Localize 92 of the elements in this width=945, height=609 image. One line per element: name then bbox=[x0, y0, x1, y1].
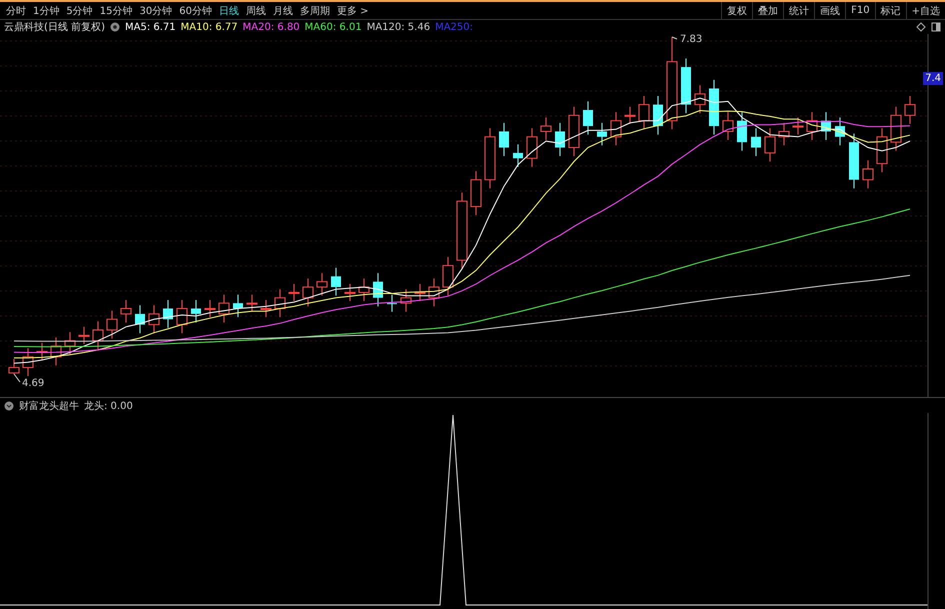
candlestick bbox=[400, 288, 412, 312]
candlestick bbox=[387, 294, 397, 312]
high-price-label: 7.83 bbox=[680, 34, 702, 45]
diamond-icon[interactable] bbox=[916, 22, 926, 32]
candlestick bbox=[331, 267, 341, 296]
indicator-value: 龙头: 0.00 bbox=[84, 400, 133, 412]
indicator-name: 财富龙头超牛 bbox=[19, 400, 79, 412]
candlestick bbox=[92, 320, 104, 350]
candlestick bbox=[148, 304, 160, 334]
candlestick bbox=[344, 283, 356, 302]
candlestick bbox=[835, 117, 845, 146]
candlestick bbox=[64, 332, 76, 356]
candlestick bbox=[470, 170, 482, 216]
candlestick bbox=[638, 96, 650, 130]
period-tab[interactable]: 30分钟 bbox=[139, 4, 172, 18]
candlestick bbox=[8, 358, 20, 374]
candlestick bbox=[737, 112, 747, 152]
period-tab[interactable]: 周线 bbox=[246, 4, 266, 18]
price-tag: 7.4 bbox=[923, 72, 943, 85]
candlestick bbox=[260, 299, 272, 318]
candlestick bbox=[442, 256, 454, 296]
candlestick bbox=[274, 288, 286, 318]
period-tab[interactable]: 日线 bbox=[218, 4, 239, 18]
candlestick bbox=[50, 337, 62, 366]
candlestick bbox=[624, 106, 636, 124]
candlestick bbox=[218, 294, 230, 323]
moving-average-value: MA250: bbox=[435, 22, 473, 32]
candlestick bbox=[428, 278, 440, 307]
leader-line bbox=[672, 36, 678, 40]
candlestick bbox=[191, 299, 201, 323]
candlestick bbox=[694, 84, 706, 114]
candlestick bbox=[681, 58, 691, 114]
candlestick bbox=[373, 272, 383, 307]
candlestick bbox=[358, 278, 370, 302]
moving-average-value: MA20: 6.80 bbox=[242, 22, 300, 32]
candlestick bbox=[414, 283, 426, 302]
candlestick bbox=[610, 112, 622, 146]
period-tab[interactable]: 15分钟 bbox=[100, 4, 132, 18]
candlestick bbox=[106, 310, 118, 340]
candlestick bbox=[36, 342, 48, 361]
leader-line bbox=[14, 374, 20, 382]
candlestick bbox=[78, 326, 90, 344]
period-tab[interactable]: 60分钟 bbox=[179, 4, 212, 18]
candlestick bbox=[120, 299, 132, 323]
candlestick bbox=[583, 100, 593, 136]
square-icon[interactable] bbox=[931, 22, 941, 32]
candlestick bbox=[555, 122, 565, 157]
period-tab[interactable]: 分时 bbox=[6, 4, 26, 18]
candlestick bbox=[176, 299, 188, 334]
candlestick bbox=[316, 272, 328, 296]
candlestick bbox=[806, 112, 818, 141]
candlestick bbox=[204, 299, 216, 318]
candlestick bbox=[821, 112, 831, 141]
candlestick bbox=[862, 160, 874, 189]
moving-average-value: MA60: 6.01 bbox=[304, 22, 362, 32]
candlestick bbox=[22, 348, 34, 377]
candlestick bbox=[513, 144, 523, 168]
candlestick bbox=[499, 122, 509, 157]
candlestick bbox=[709, 79, 719, 136]
candlestick bbox=[484, 128, 496, 189]
moving-average-value: MA5: 6.71 bbox=[124, 22, 176, 32]
candlestick bbox=[751, 128, 761, 157]
candlestick bbox=[792, 117, 804, 136]
period-tab[interactable]: 月线 bbox=[272, 4, 293, 18]
stock-title: 云鼎科技(日线 前复权) bbox=[4, 20, 105, 34]
candlestick bbox=[526, 128, 538, 168]
candlestick bbox=[568, 106, 580, 157]
moving-average-value: MA120: 5.46 bbox=[366, 22, 430, 32]
moving-average-value: MA10: 6.77 bbox=[180, 22, 238, 32]
period-tab[interactable]: 5分钟 bbox=[66, 4, 93, 18]
candlestick bbox=[597, 122, 607, 146]
candlestick bbox=[890, 106, 902, 152]
settings-icon[interactable] bbox=[110, 22, 120, 32]
candlestick bbox=[163, 299, 173, 328]
candlestick bbox=[653, 96, 663, 136]
candlestick bbox=[540, 117, 552, 141]
candlestick bbox=[135, 304, 145, 334]
candlestick bbox=[233, 294, 243, 318]
candlestick bbox=[876, 128, 888, 173]
candlestick bbox=[722, 112, 734, 141]
candlestick bbox=[288, 283, 300, 302]
period-tab[interactable]: 1分钟 bbox=[33, 4, 60, 18]
candlestick bbox=[302, 278, 314, 307]
period-tab[interactable]: 更多 > bbox=[336, 4, 369, 18]
candlestick bbox=[246, 294, 258, 312]
period-tab[interactable]: 多周期 bbox=[300, 4, 330, 18]
collapse-icon[interactable] bbox=[4, 400, 14, 410]
candlestick bbox=[764, 128, 776, 162]
candlestick bbox=[904, 96, 916, 124]
low-price-label: 4.69 bbox=[22, 378, 44, 389]
candlestick bbox=[849, 133, 859, 189]
candlestick bbox=[778, 122, 790, 146]
